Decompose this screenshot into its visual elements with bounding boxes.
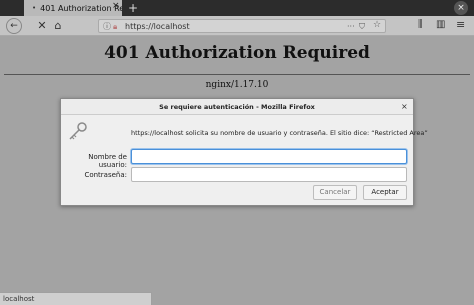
status-bar: localhost	[0, 292, 152, 305]
horizontal-rule	[4, 74, 470, 75]
tab-bar: • 401 Authorization Requi × + ×	[0, 0, 474, 16]
url-bar[interactable]: ⓘ 🔒︎ https://localhost ··· ⛉ ☆	[98, 19, 386, 33]
info-icon[interactable]: ⓘ	[103, 20, 111, 33]
browser-window: • 401 Authorization Requi × + × ← ✕ ⌂ ⓘ …	[0, 0, 474, 305]
tracking-shield-icon[interactable]: ⛉	[359, 20, 365, 33]
page-title: 401 Authorization Required	[104, 43, 370, 63]
bookmark-star-icon[interactable]: ☆	[373, 19, 381, 32]
sidebar-icon[interactable]: ▥	[436, 19, 445, 30]
home-icon[interactable]: ⌂	[50, 18, 66, 34]
server-signature: nginx/1.17.10	[205, 80, 269, 90]
password-label: Contraseña:	[84, 171, 127, 179]
dialog-title: Se requiere autenticación - Mozilla Fire…	[159, 103, 315, 111]
accept-button[interactable]: Aceptar	[363, 185, 407, 200]
hamburger-menu-icon[interactable]: ≡	[456, 18, 465, 31]
new-tab-button[interactable]: +	[128, 0, 138, 16]
username-field[interactable]	[131, 149, 407, 164]
window-close-button[interactable]: ×	[454, 1, 468, 15]
password-field[interactable]	[131, 167, 407, 182]
auth-dialog: Se requiere autenticación - Mozilla Fire…	[60, 98, 428, 206]
tab-title: 401 Authorization Requi	[40, 3, 122, 13]
tab-loading-icon: •	[32, 4, 37, 12]
username-label: Nombre de usuario:	[88, 153, 127, 169]
stop-icon[interactable]: ✕	[34, 18, 50, 34]
navigation-toolbar: ← ✕ ⌂ ⓘ 🔒︎ https://localhost ··· ⛉ ☆ ⫼ ▥…	[0, 16, 474, 36]
page-actions-icon[interactable]: ···	[347, 20, 355, 33]
key-icon	[69, 122, 87, 140]
url-text[interactable]: https://localhost	[125, 20, 190, 33]
dialog-close-icon[interactable]: ×	[401, 99, 408, 115]
insecure-lock-icon[interactable]: 🔒︎	[113, 20, 117, 33]
back-arrow-icon[interactable]: ←	[6, 18, 22, 34]
dialog-titlebar: Se requiere autenticación - Mozilla Fire…	[61, 99, 413, 115]
dialog-message: https://localhost solicita su nombre de …	[131, 129, 428, 137]
library-icon[interactable]: ⫼	[418, 19, 423, 30]
tab-close-icon[interactable]: ×	[112, 1, 120, 11]
cancel-button[interactable]: Cancelar	[313, 185, 357, 200]
active-tab[interactable]: • 401 Authorization Requi	[24, 0, 122, 16]
